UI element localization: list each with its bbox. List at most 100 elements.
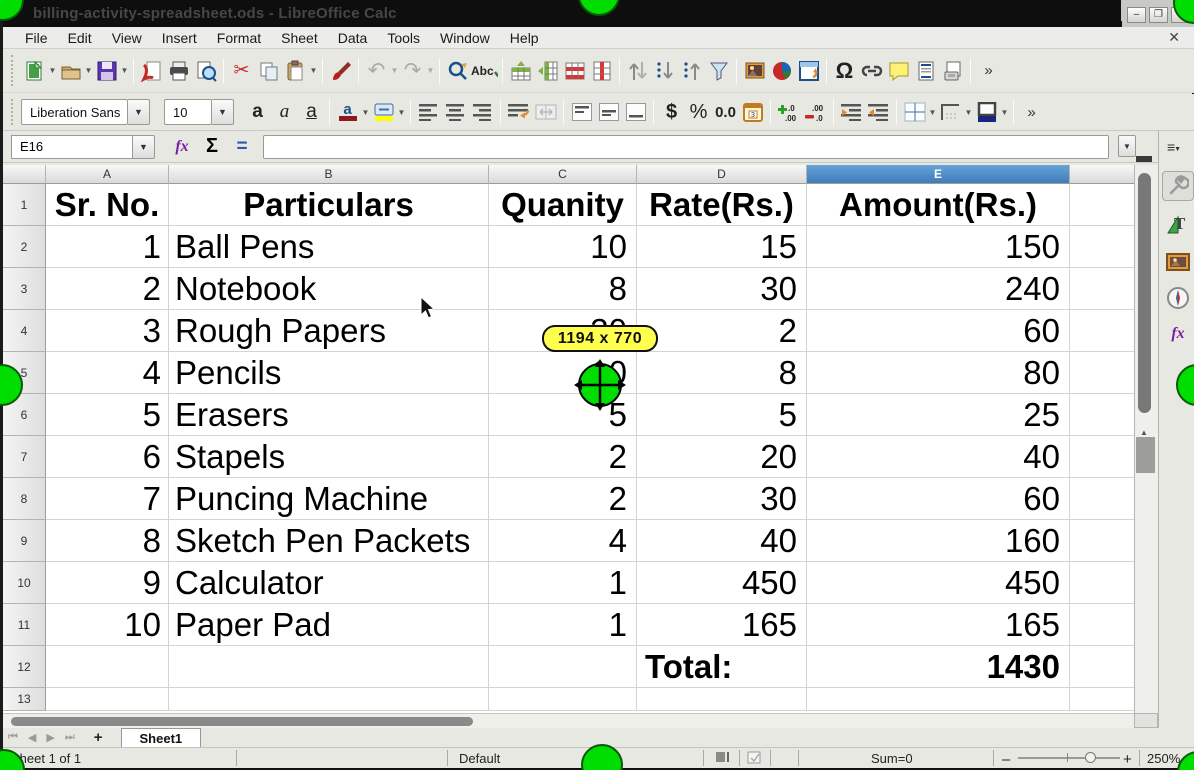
copy-icon[interactable] bbox=[255, 58, 282, 84]
font-size-dropdown-icon[interactable]: ▼ bbox=[212, 99, 234, 125]
print-preview-icon[interactable] bbox=[192, 58, 219, 84]
zoom-in-icon[interactable]: + bbox=[1123, 751, 1132, 768]
sort-ascending-icon[interactable] bbox=[651, 58, 678, 84]
border-style-dropdown-icon[interactable]: ▼ bbox=[964, 99, 973, 125]
page-style[interactable]: Default bbox=[459, 751, 500, 766]
toolbar-overflow-icon[interactable]: » bbox=[975, 58, 1002, 84]
sort-icon[interactable] bbox=[624, 58, 651, 84]
insert-comment-icon[interactable] bbox=[885, 58, 912, 84]
font-name-combo[interactable]: Liberation Sans bbox=[21, 99, 128, 125]
insert-column-icon[interactable] bbox=[534, 58, 561, 84]
function-wizard-icon[interactable]: fx bbox=[167, 134, 197, 160]
row-number[interactable]: 8 bbox=[3, 478, 46, 520]
insert-chart-icon[interactable] bbox=[768, 58, 795, 84]
vertical-split-handle[interactable] bbox=[1136, 156, 1152, 162]
clone-formatting-icon[interactable] bbox=[327, 58, 354, 84]
background-color-dropdown-icon[interactable]: ▼ bbox=[1000, 99, 1009, 125]
sort-descending-icon[interactable] bbox=[678, 58, 705, 84]
row-number[interactable]: 1 bbox=[3, 184, 46, 226]
border-style-icon[interactable] bbox=[937, 99, 964, 125]
align-center-icon[interactable] bbox=[442, 99, 469, 125]
decrease-indent-icon[interactable] bbox=[865, 99, 892, 125]
font-color-icon[interactable]: a bbox=[334, 99, 361, 125]
insert-row-icon[interactable] bbox=[507, 58, 534, 84]
align-right-icon[interactable] bbox=[469, 99, 496, 125]
special-character-icon[interactable]: Ω bbox=[831, 58, 858, 84]
highlight-color-icon[interactable] bbox=[370, 99, 397, 125]
wrap-text-icon[interactable] bbox=[505, 99, 532, 125]
sum-icon[interactable]: Σ bbox=[197, 134, 227, 160]
menu-format[interactable]: Format bbox=[207, 28, 271, 48]
menu-edit[interactable]: Edit bbox=[58, 28, 102, 48]
sheet-tab-sheet1[interactable]: Sheet1 bbox=[121, 728, 202, 747]
insert-object-icon[interactable] bbox=[795, 58, 822, 84]
menu-help[interactable]: Help bbox=[500, 28, 549, 48]
autofilter-icon[interactable] bbox=[705, 58, 732, 84]
save-icon[interactable] bbox=[93, 58, 120, 84]
align-bottom-icon[interactable] bbox=[622, 99, 649, 125]
column-header-f-partial[interactable] bbox=[1070, 165, 1134, 184]
paste-icon[interactable] bbox=[282, 58, 309, 84]
new-document-icon[interactable] bbox=[21, 58, 48, 84]
row-number[interactable]: 7 bbox=[3, 436, 46, 478]
row-number[interactable]: 12 bbox=[3, 646, 46, 688]
column-header-a[interactable]: A bbox=[46, 165, 169, 184]
borders-icon[interactable] bbox=[901, 99, 928, 125]
formula-bar-expand-icon[interactable]: ▼ bbox=[1118, 135, 1136, 157]
currency-format-icon[interactable]: $ bbox=[658, 99, 685, 125]
number-format-icon[interactable]: 0.0 bbox=[712, 99, 739, 125]
align-top-icon[interactable] bbox=[568, 99, 595, 125]
undo-dropdown-icon[interactable]: ▼ bbox=[390, 58, 399, 84]
export-pdf-icon[interactable] bbox=[138, 58, 165, 84]
vertical-scrollbar[interactable]: ▲ bbox=[1134, 165, 1158, 713]
open-dropdown-icon[interactable]: ▼ bbox=[84, 58, 93, 84]
sidebar-functions-icon[interactable]: fx bbox=[1162, 319, 1194, 349]
next-sheet-icon[interactable]: ▶ bbox=[41, 731, 59, 744]
sidebar-navigator-icon[interactable] bbox=[1162, 283, 1194, 313]
align-vcenter-icon[interactable] bbox=[595, 99, 622, 125]
zoom-slider-knob[interactable] bbox=[1085, 752, 1096, 763]
hyperlink-icon[interactable] bbox=[858, 58, 885, 84]
name-box-dropdown-icon[interactable]: ▼ bbox=[133, 135, 155, 159]
menu-tools[interactable]: Tools bbox=[377, 28, 430, 48]
zoom-level[interactable]: 250% bbox=[1147, 751, 1180, 766]
bold-icon[interactable]: a bbox=[244, 99, 271, 125]
first-sheet-icon[interactable]: ⏮ bbox=[3, 731, 23, 744]
underline-icon[interactable]: a bbox=[298, 99, 325, 125]
headers-footers-icon[interactable] bbox=[912, 58, 939, 84]
find-replace-icon[interactable] bbox=[444, 58, 471, 84]
highlight-color-dropdown-icon[interactable]: ▼ bbox=[397, 99, 406, 125]
font-color-dropdown-icon[interactable]: ▼ bbox=[361, 99, 370, 125]
save-dropdown-icon[interactable]: ▼ bbox=[120, 58, 129, 84]
add-decimal-icon[interactable]: .0.00 bbox=[775, 99, 802, 125]
date-format-icon[interactable]: 3 bbox=[739, 99, 766, 125]
formula-input[interactable] bbox=[263, 135, 1109, 159]
delete-decimal-icon[interactable]: .00.0 bbox=[802, 99, 829, 125]
sum-status[interactable]: Sum=0 bbox=[871, 751, 913, 766]
horizontal-scrollbar[interactable] bbox=[3, 713, 1134, 728]
vertical-scrollbar-thumb[interactable] bbox=[1138, 173, 1151, 413]
maximize-button[interactable]: ❐ bbox=[1149, 7, 1168, 23]
menu-insert[interactable]: Insert bbox=[152, 28, 207, 48]
percent-format-icon[interactable]: % bbox=[685, 99, 712, 125]
row-number[interactable]: 13 bbox=[3, 688, 46, 711]
equals-icon[interactable]: = bbox=[227, 134, 257, 160]
menu-file[interactable]: File bbox=[15, 28, 58, 48]
column-header-e-selected[interactable]: E bbox=[807, 165, 1070, 184]
delete-row-icon[interactable] bbox=[561, 58, 588, 84]
borders-dropdown-icon[interactable]: ▼ bbox=[928, 99, 937, 125]
font-size-combo[interactable]: 10 bbox=[164, 99, 212, 125]
sidebar-settings-icon[interactable]: ≡▼ bbox=[1167, 139, 1180, 155]
delete-column-icon[interactable] bbox=[588, 58, 615, 84]
undo-icon[interactable]: ↶ bbox=[363, 58, 390, 84]
increase-indent-icon[interactable] bbox=[838, 99, 865, 125]
new-dropdown-icon[interactable]: ▼ bbox=[48, 58, 57, 84]
insert-image-icon[interactable] bbox=[741, 58, 768, 84]
row-number[interactable]: 4 bbox=[3, 310, 46, 352]
spelling-icon[interactable]: Abc bbox=[471, 58, 498, 84]
menu-view[interactable]: View bbox=[102, 28, 152, 48]
column-header-c[interactable]: C bbox=[489, 165, 637, 184]
font-name-dropdown-icon[interactable]: ▼ bbox=[128, 99, 150, 125]
row-number[interactable]: 11 bbox=[3, 604, 46, 646]
last-sheet-icon[interactable]: ⏭ bbox=[60, 731, 80, 744]
